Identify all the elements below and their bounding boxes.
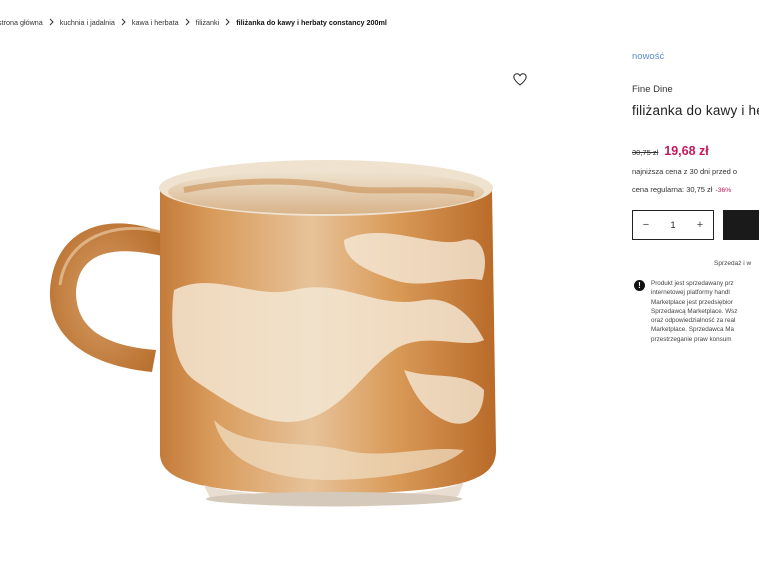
plus-icon[interactable]: + <box>695 219 705 231</box>
chevron-right-icon <box>225 18 230 26</box>
price-row: 30,75 zł 19,68 zł <box>632 144 709 158</box>
notice-line: internetowej platformy handl <box>651 289 730 297</box>
quantity-input[interactable] <box>663 220 683 230</box>
notice-line: Produkt jest sprzedawany prz <box>651 280 734 287</box>
current-price: 19,68 zł <box>664 144 709 158</box>
breadcrumb-current: filiżanka do kawy i herbaty constancy 20… <box>236 17 387 27</box>
product-title: filiżanka do kawy i he <box>632 103 759 118</box>
breadcrumb: strona główna kuchnia i jadalnia kawa i … <box>0 16 387 28</box>
regular-price-label: cena regularna: 30,75 zł <box>632 185 713 194</box>
breadcrumb-item-coffee-tea[interactable]: kawa i herbata <box>132 18 179 27</box>
minus-icon[interactable]: − <box>641 219 651 231</box>
marketplace-notice: Produkt jest sprzedawany prz internetowe… <box>651 279 759 344</box>
discount-badge: -36% <box>715 187 732 194</box>
chevron-right-icon <box>185 18 190 26</box>
chevron-right-icon <box>121 18 126 26</box>
heart-outline-icon[interactable] <box>513 73 527 86</box>
notice-line: Sprzedawcą Marketplace. Wsz <box>651 307 738 315</box>
quantity-stepper: − + <box>632 210 714 240</box>
breadcrumb-item-cups[interactable]: filiżanki <box>196 18 220 27</box>
notice-line: Marketplace jest przedsiębior <box>651 298 733 306</box>
product-image[interactable] <box>44 150 504 515</box>
product-info: nowość Fine Dine filiżanka do kawy i he … <box>632 0 759 571</box>
lowest-price-note: najniższa cena z 30 dni przed o <box>632 167 738 176</box>
new-badge[interactable]: nowość <box>632 51 664 62</box>
old-price: 30,75 zł <box>632 148 659 157</box>
seller-note: Sprzedaż i w <box>714 260 752 267</box>
notice-line: oraz odpowiedzialność za real <box>651 317 736 325</box>
add-to-cart-button[interactable] <box>723 210 759 240</box>
regular-price: cena regularna: 30,75 zł -36% <box>632 185 731 194</box>
info-icon: ! <box>634 280 645 291</box>
notice-line: Marketplace. Sprzedawca Ma <box>651 326 734 334</box>
chevron-right-icon <box>49 18 54 26</box>
breadcrumb-item-kitchen[interactable]: kuchnia i jadalnia <box>60 18 115 27</box>
product-brand[interactable]: Fine Dine <box>632 84 673 95</box>
breadcrumb-item-home[interactable]: strona główna <box>0 18 43 27</box>
notice-line: przestrzeganie praw konsum <box>651 335 732 343</box>
